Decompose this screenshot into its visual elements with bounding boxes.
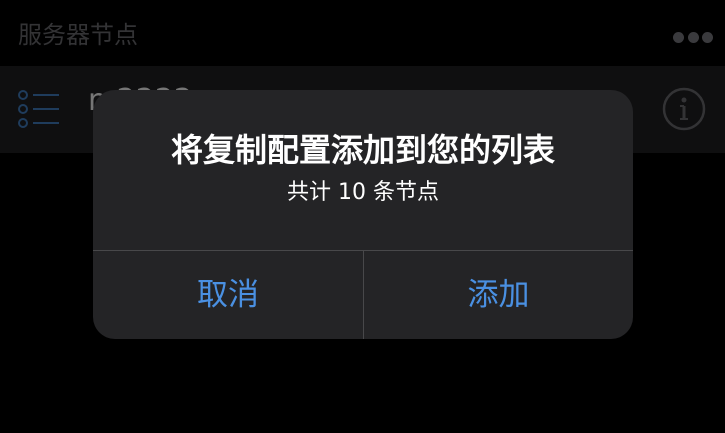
alert-message: 共计 10 条节点 [287,180,439,205]
add-button[interactable]: 添加 [364,251,633,339]
screen: 服务器节点 n 2222 [0,0,725,433]
cancel-button[interactable]: 取消 [93,251,363,339]
alert-body: 将复制配置添加到您的列表 共计 10 条节点 [93,90,633,250]
alert-title: 将复制配置添加到您的列表 [170,131,555,169]
alert-dialog: 将复制配置添加到您的列表 共计 10 条节点 取消 添加 [93,90,633,339]
